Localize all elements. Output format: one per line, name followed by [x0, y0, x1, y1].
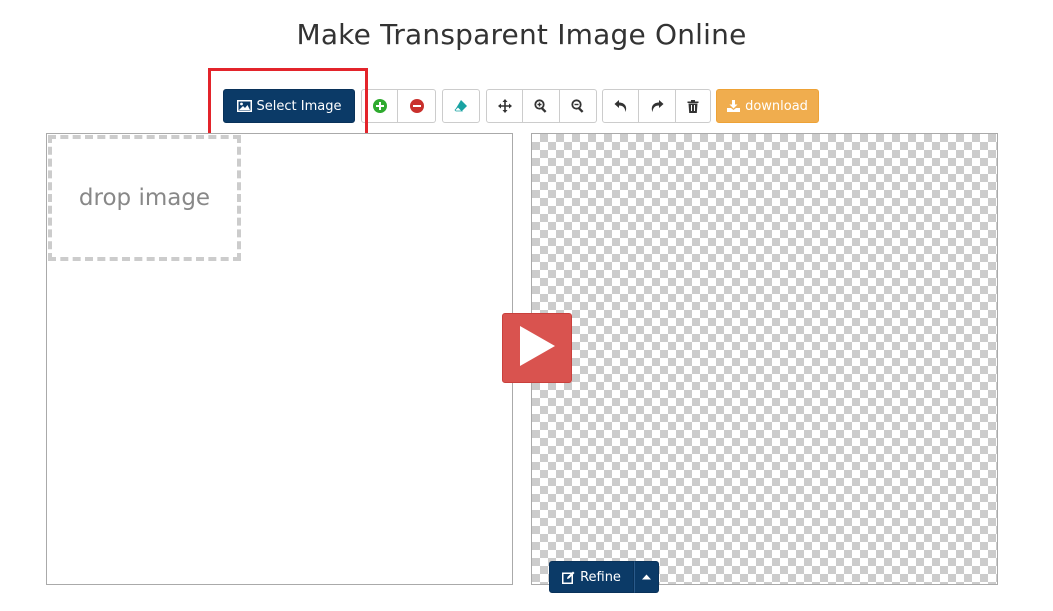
- refine-dropdown-toggle[interactable]: [634, 561, 659, 593]
- clear-button[interactable]: [676, 89, 711, 123]
- plus-circle-icon: [372, 99, 387, 113]
- download-label: download: [745, 98, 808, 114]
- redo-icon: [650, 99, 664, 113]
- move-icon: [497, 99, 512, 113]
- zoom-out-icon: [571, 99, 585, 113]
- eraser-icon: [454, 99, 468, 113]
- download-icon: [727, 100, 741, 112]
- image-icon: [236, 100, 252, 112]
- undo-button[interactable]: [602, 89, 639, 123]
- undo-icon: [614, 99, 628, 113]
- source-image-panel[interactable]: drop image: [46, 133, 513, 585]
- select-image-label: Select Image: [256, 98, 342, 114]
- eraser-button[interactable]: [442, 89, 480, 123]
- trash-icon: [687, 99, 699, 113]
- caret-up-icon: [642, 574, 651, 580]
- drop-zone-text: drop image: [78, 185, 211, 211]
- add-area-button[interactable]: [361, 89, 398, 123]
- edit-icon: [562, 571, 575, 584]
- remove-area-button[interactable]: [398, 89, 436, 123]
- minus-circle-icon: [409, 99, 424, 113]
- play-icon: [518, 325, 556, 371]
- select-image-button[interactable]: Select Image: [223, 89, 355, 123]
- result-image-panel: [531, 133, 998, 585]
- download-button[interactable]: download: [716, 89, 819, 123]
- zoom-in-icon: [534, 99, 548, 113]
- zoom-in-button[interactable]: [523, 89, 560, 123]
- redo-button[interactable]: [639, 89, 676, 123]
- page-title: Make Transparent Image Online: [296, 18, 747, 51]
- move-button[interactable]: [486, 89, 523, 123]
- drop-zone[interactable]: drop image: [48, 135, 241, 261]
- process-button[interactable]: [502, 313, 572, 383]
- refine-label: Refine: [580, 569, 621, 585]
- refine-button[interactable]: Refine: [549, 561, 634, 593]
- zoom-out-button[interactable]: [560, 89, 597, 123]
